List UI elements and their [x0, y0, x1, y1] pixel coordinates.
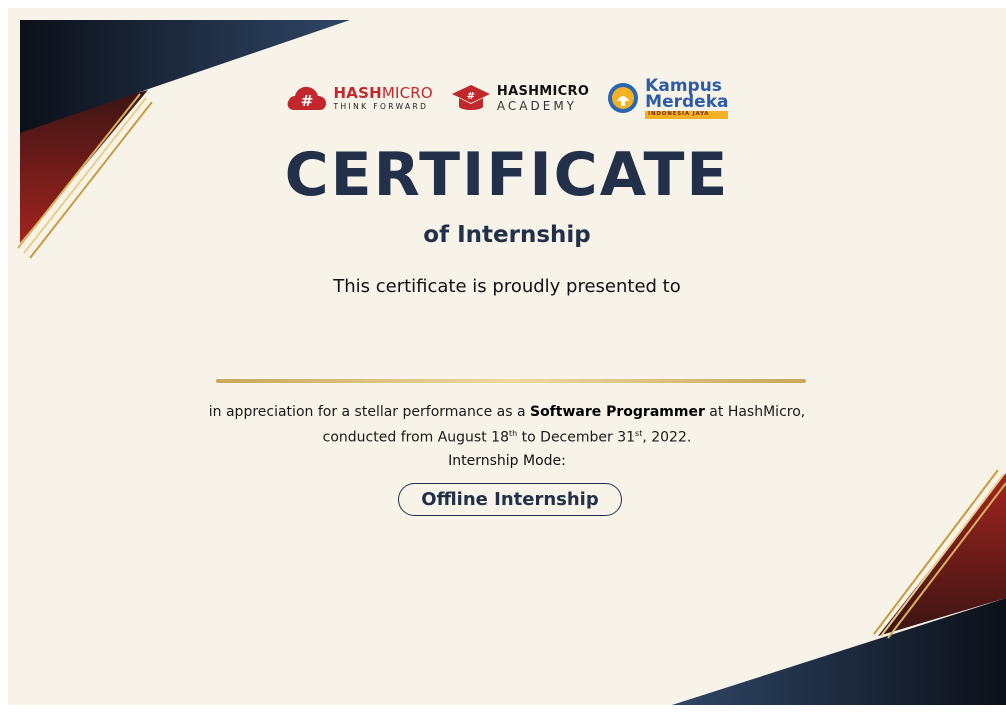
svg-text:#: #: [300, 92, 313, 110]
end-date-text: to December 31: [517, 429, 636, 446]
graduation-cap-icon: #: [451, 85, 490, 111]
merdeka-text: Merdeka: [645, 92, 729, 113]
svg-text:#: #: [467, 91, 475, 102]
hashmicro-logo: # HASHMICRO THINK FORWARD: [286, 84, 433, 112]
internship-mode-label: Internship Mode:: [448, 453, 566, 469]
hashmicro-cloud-icon: #: [287, 87, 326, 111]
appreciation-prefix: in appreciation for a stellar performanc…: [208, 404, 530, 420]
certificate-title: CERTIFICATE: [284, 140, 730, 210]
year-text: , 2022.: [642, 429, 692, 446]
bottom-right-navy-band: [672, 598, 1006, 705]
start-date-suffix: th: [508, 429, 518, 438]
appreciation-text: in appreciation for a stellar performanc…: [8, 401, 1006, 449]
hashmicro-tagline: THINK FORWARD: [333, 102, 429, 111]
hashmicro-name-bold: HASH: [333, 84, 382, 102]
hashmicro-name-thin: MICRO: [381, 84, 433, 102]
presented-text: This certificate is proudly presented to: [333, 276, 681, 297]
tut-wuri-emblem-icon: [608, 83, 639, 114]
start-date-text: conducted from August 18: [322, 429, 509, 446]
hashmicro-academy-logo: # HASHMICRO ACADEMY: [451, 83, 589, 113]
internship-mode-badge: Offline Internship: [398, 483, 622, 516]
role-title: Software Programmer: [529, 404, 705, 420]
logo-row: # HASHMICRO THINK FORWARD # HASHMICRO AC…: [8, 77, 1006, 119]
academy-name: HASHMICRO: [496, 83, 590, 99]
recipient-name-line: [216, 379, 806, 383]
certificate-subtitle: of Internship: [423, 222, 591, 248]
certificate: # HASHMICRO THINK FORWARD # HASHMICRO AC…: [8, 8, 1006, 705]
appreciation-suffix: at HashMicro,: [704, 404, 806, 420]
indonesia-jaya-ribbon: INDONESIA JAYA: [645, 111, 729, 119]
academy-tagline: ACADEMY: [496, 98, 577, 113]
kampus-merdeka-logo: Kampus Merdeka INDONESIA JAYA: [607, 77, 729, 119]
